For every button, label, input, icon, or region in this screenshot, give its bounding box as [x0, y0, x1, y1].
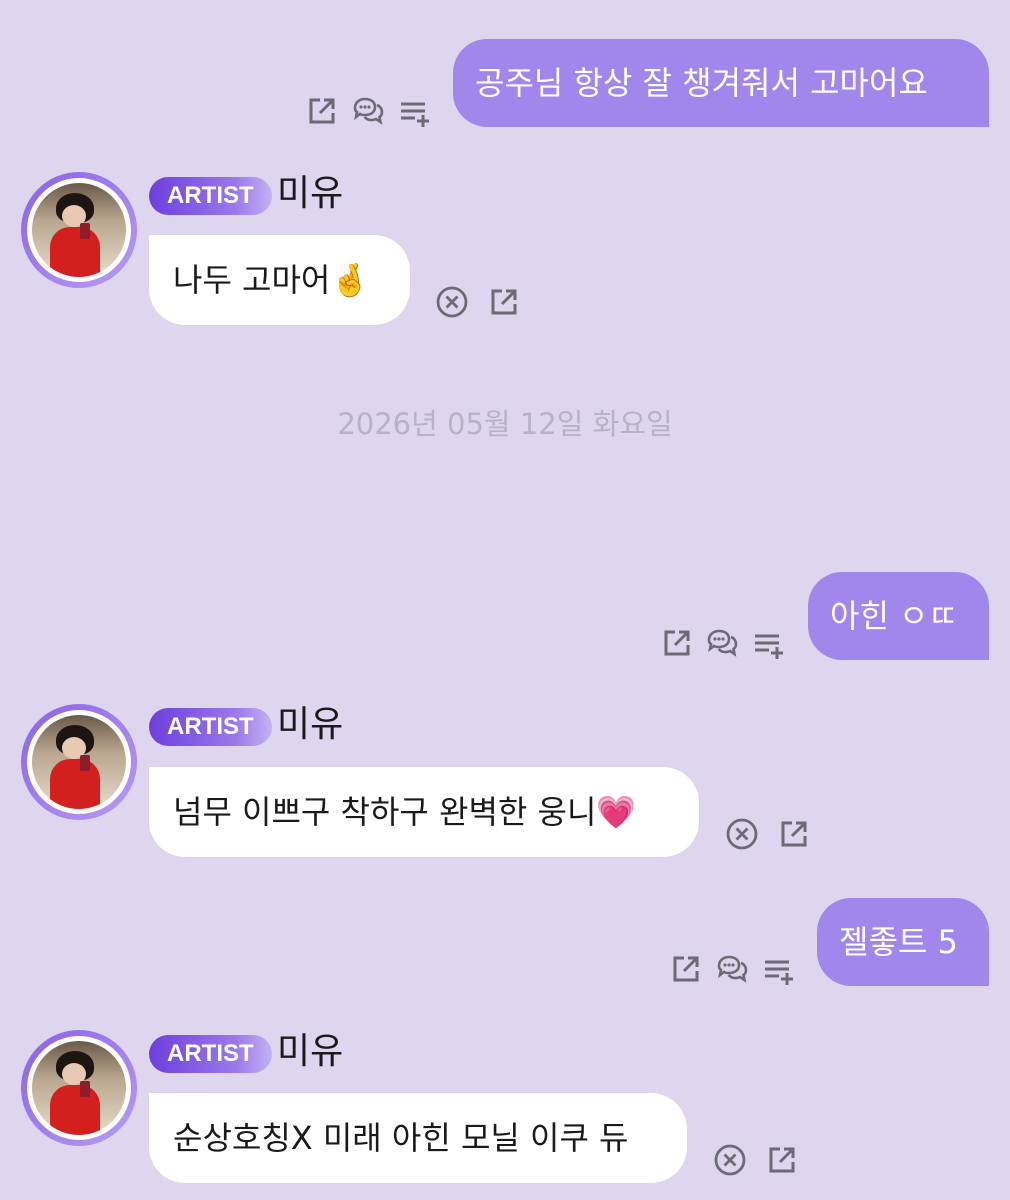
- message-bubble[interactable]: 아힌 ㅇㄸ: [808, 572, 989, 660]
- close-circle-icon[interactable]: [713, 1143, 747, 1177]
- message-emoji: 🤞: [330, 261, 371, 299]
- close-circle-icon[interactable]: [725, 817, 759, 851]
- avatar[interactable]: [21, 704, 137, 820]
- share-icon[interactable]: [669, 952, 703, 986]
- message-text: 순상호칭X 미래 아힌 모닐 이쿠 듀: [173, 1119, 629, 1157]
- message-bubble[interactable]: 순상호칭X 미래 아힌 모닐 이쿠 듀: [149, 1093, 687, 1183]
- share-icon[interactable]: [487, 285, 521, 319]
- message-bubble[interactable]: 공주님 항상 잘 챙겨줘서 고마어요: [453, 39, 989, 127]
- artist-badge: ARTIST: [149, 708, 272, 746]
- message-text: 공주님 항상 잘 챙겨줘서 고마어요: [475, 64, 928, 102]
- message-bubble[interactable]: 젤좋트 5: [817, 898, 989, 986]
- share-icon[interactable]: [765, 1143, 799, 1177]
- message-text: 아힌 ㅇㄸ: [830, 597, 958, 635]
- close-circle-icon[interactable]: [435, 285, 469, 319]
- message-bubble[interactable]: 넘무 이쁘구 착하구 완벽한 웅니💗: [149, 767, 699, 857]
- share-icon[interactable]: [660, 626, 694, 660]
- message-text: 젤좋트 5: [839, 923, 958, 961]
- share-icon[interactable]: [305, 94, 339, 128]
- message-text: 넘무 이쁘구 착하구 완벽한 웅니: [173, 793, 597, 831]
- date-separator: 2026년 05월 12일 화요일: [337, 407, 673, 441]
- comment-icon[interactable]: [351, 94, 385, 128]
- comment-icon[interactable]: [715, 952, 749, 986]
- sender-name: 미유: [277, 704, 344, 745]
- avatar[interactable]: [21, 1030, 137, 1146]
- avatar[interactable]: [21, 172, 137, 288]
- add-to-list-icon[interactable]: [752, 628, 786, 662]
- share-icon[interactable]: [777, 817, 811, 851]
- artist-badge: ARTIST: [149, 177, 272, 215]
- add-to-list-icon[interactable]: [762, 954, 796, 988]
- artist-badge: ARTIST: [149, 1035, 272, 1073]
- comment-icon[interactable]: [705, 626, 739, 660]
- sender-name: 미유: [277, 173, 344, 214]
- message-emoji: 💗: [596, 793, 637, 831]
- message-bubble[interactable]: 나두 고마어🤞: [149, 235, 410, 325]
- sender-name: 미유: [277, 1031, 344, 1072]
- add-to-list-icon[interactable]: [398, 96, 432, 130]
- message-text: 나두 고마어: [173, 261, 331, 299]
